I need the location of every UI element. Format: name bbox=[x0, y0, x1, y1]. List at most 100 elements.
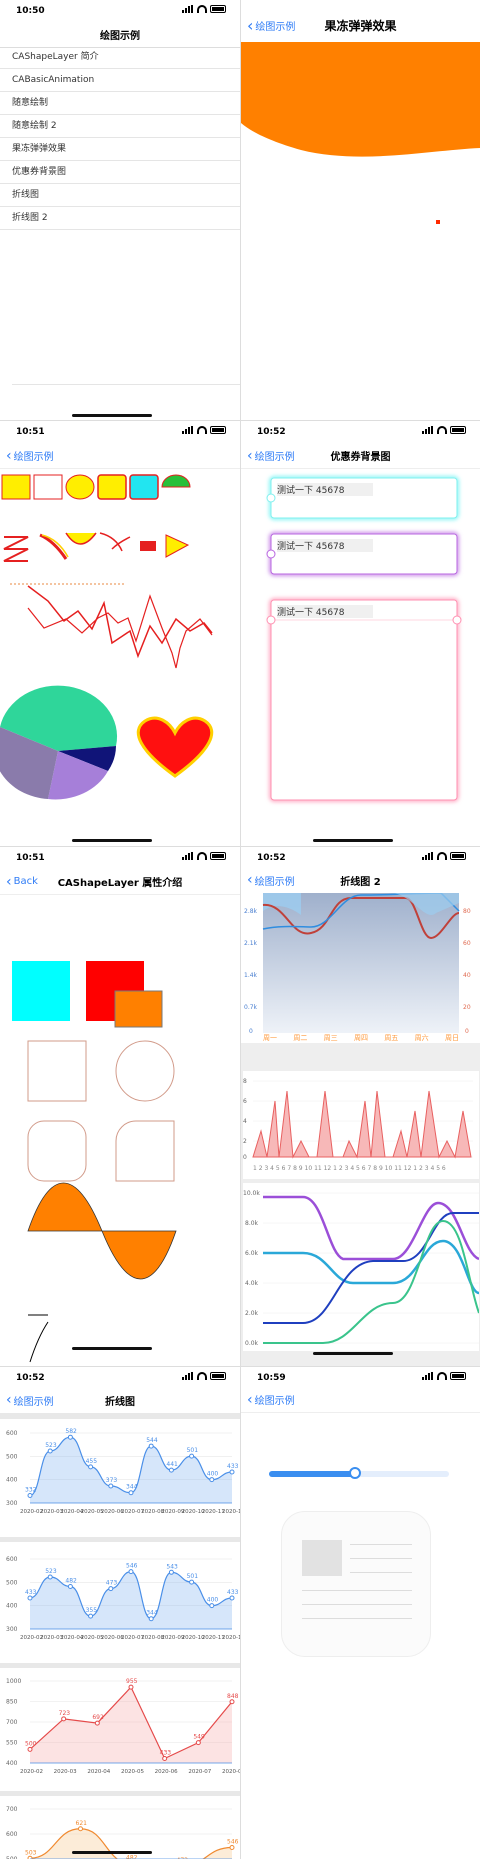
wifi-icon bbox=[437, 1372, 447, 1380]
x-tick-label: 2020-12 bbox=[222, 1635, 240, 1641]
list-item-coupon-background[interactable]: 优惠券背景图 bbox=[0, 161, 240, 184]
purple-series bbox=[263, 1195, 479, 1261]
slider-thumb[interactable] bbox=[349, 1467, 362, 1479]
svg-text:0: 0 bbox=[465, 1028, 469, 1035]
heart-shape bbox=[136, 716, 214, 778]
data-point bbox=[189, 1453, 195, 1459]
status-bar: 10:51 bbox=[0, 421, 240, 441]
right-axis: 80 60 40 20 0 bbox=[463, 908, 471, 1035]
x-tick-label: 2020-12 bbox=[222, 1509, 240, 1515]
nav-bar: ‹ Back CAShapeLayer 属性介绍 bbox=[0, 869, 240, 895]
data-label: 501 bbox=[187, 1573, 199, 1580]
data-point bbox=[94, 1720, 100, 1726]
data-label: 482 bbox=[65, 1578, 77, 1585]
data-point bbox=[67, 1434, 73, 1440]
data-label: 482 bbox=[126, 1855, 138, 1859]
list-item-line-chart-2[interactable]: 折线图 2 bbox=[0, 207, 240, 230]
battery-icon bbox=[210, 1372, 226, 1380]
section-divider bbox=[0, 1663, 240, 1668]
svg-text:2.8k: 2.8k bbox=[244, 908, 258, 915]
list-item-line-chart[interactable]: 折线图 bbox=[0, 184, 240, 207]
data-label: 400 bbox=[207, 1471, 219, 1478]
slider-fill bbox=[269, 1471, 356, 1477]
x-tick-label: 2020-04 bbox=[87, 1769, 110, 1775]
screen-free-draw: 10:51 ‹ 绘图示例 bbox=[0, 420, 240, 846]
data-point bbox=[229, 1699, 235, 1705]
y-tick-label: 500 bbox=[6, 1579, 18, 1586]
home-indicator bbox=[72, 1851, 152, 1854]
chevron-left-icon: ‹ bbox=[247, 872, 253, 888]
screen-line-chart: 10:52 ‹ 绘图示例 折线图 600 500 400 300 332 523 582 455… bbox=[0, 1366, 240, 1859]
examples-list: CAShapeLayer 简介 CABasicAnimation 随意绘制 随意… bbox=[0, 46, 240, 230]
data-label: 373 bbox=[106, 1477, 118, 1484]
svg-text:0: 0 bbox=[249, 1028, 253, 1035]
outline-circle bbox=[115, 1040, 175, 1102]
x-tick-label: 2020-02 bbox=[20, 1769, 43, 1775]
data-label: 544 bbox=[146, 1437, 158, 1444]
wifi-icon bbox=[437, 426, 447, 434]
shapelayer-canvas bbox=[12, 961, 177, 1363]
data-point bbox=[47, 1574, 53, 1580]
data-label: 503 bbox=[25, 1849, 37, 1856]
back-button[interactable]: ‹ 绘图示例 bbox=[6, 448, 54, 464]
jelly-shape bbox=[241, 42, 480, 224]
back-button[interactable]: ‹ 绘图示例 bbox=[247, 872, 295, 888]
back-button[interactable]: ‹ 绘图示例 bbox=[247, 448, 295, 464]
list-item-free-draw[interactable]: 随意绘制 bbox=[0, 92, 240, 115]
cyan-rect bbox=[129, 474, 159, 500]
back-button[interactable]: ‹ 绘图示例 bbox=[247, 1392, 295, 1408]
y-tick-label: 400 bbox=[6, 1760, 18, 1767]
svg-text:80: 80 bbox=[463, 908, 471, 915]
status-time: 10:52 bbox=[257, 853, 286, 863]
red-broken-line bbox=[27, 585, 213, 659]
page-title: 绘图示例 bbox=[100, 31, 140, 42]
data-label: 723 bbox=[59, 1710, 71, 1717]
back-button[interactable]: ‹ 绘图示例 bbox=[6, 1392, 54, 1408]
pie-chart bbox=[0, 685, 118, 800]
svg-text:1.4k: 1.4k bbox=[244, 972, 258, 979]
data-point bbox=[229, 1845, 235, 1850]
white-rect bbox=[33, 474, 63, 500]
y-tick-label: 850 bbox=[6, 1699, 18, 1706]
red-zigzag-line bbox=[27, 594, 213, 669]
x-axis-weekdays: 周一 周二 周三 周四 周五 周六 周日 bbox=[263, 1034, 459, 1042]
list-item-cashapelayer[interactable]: CAShapeLayer 简介 bbox=[0, 46, 240, 69]
list-item-cabasicanimation[interactable]: CABasicAnimation bbox=[0, 69, 240, 92]
x-tick-label: 2020-03 bbox=[54, 1769, 77, 1775]
triangle bbox=[165, 534, 190, 558]
y-tick-label: 500 bbox=[6, 1453, 18, 1460]
blue-series bbox=[263, 1212, 479, 1324]
back-button[interactable]: ‹ Back bbox=[6, 874, 38, 890]
svg-text:60: 60 bbox=[463, 940, 471, 947]
status-bar: 10:59 bbox=[241, 1367, 480, 1387]
line-charts-canvas: 600 500 400 300 332 523 582 455 373 344 544 441 501 4… bbox=[0, 1428, 240, 1859]
data-point bbox=[189, 1579, 195, 1585]
status-bar: 10:52 bbox=[241, 847, 480, 867]
control-point bbox=[436, 220, 440, 224]
screen-cashapelayer-properties: 10:51 ‹ Back CAShapeLayer 属性介绍 bbox=[0, 846, 240, 1366]
data-label: 441 bbox=[166, 1461, 178, 1468]
y-tick-label: 600 bbox=[6, 1831, 18, 1838]
sine-lower bbox=[101, 1230, 177, 1280]
y-tick-label: 1000 bbox=[6, 1678, 21, 1685]
wifi-icon bbox=[197, 426, 207, 434]
nav-bar: ‹ 绘图示例 折线图 2 bbox=[241, 867, 480, 893]
svg-text:8: 8 bbox=[243, 1078, 247, 1085]
data-point bbox=[27, 1746, 33, 1752]
curve-stroke bbox=[29, 1321, 49, 1363]
data-label: 344 bbox=[146, 1610, 158, 1617]
battery-icon bbox=[210, 852, 226, 860]
data-label: 621 bbox=[76, 1820, 88, 1827]
data-label: 400 bbox=[207, 1597, 219, 1604]
cyan-square bbox=[12, 961, 70, 1021]
screen-coupon-background: 10:52 ‹ 绘图示例 优惠券背景图 测试一下 45678 测试一下 45678… bbox=[240, 420, 480, 846]
data-point bbox=[61, 1716, 67, 1722]
yellow-circle bbox=[65, 474, 95, 500]
list-item-jelly-effect[interactable]: 果冻弹弹效果 bbox=[0, 138, 240, 161]
slider-track[interactable] bbox=[269, 1467, 449, 1479]
y-tick-label: 400 bbox=[6, 1603, 18, 1610]
data-point bbox=[47, 1448, 53, 1454]
data-point bbox=[128, 1569, 134, 1575]
status-bar: 10:50 bbox=[0, 0, 240, 20]
list-item-free-draw-2[interactable]: 随意绘制 2 bbox=[0, 115, 240, 138]
